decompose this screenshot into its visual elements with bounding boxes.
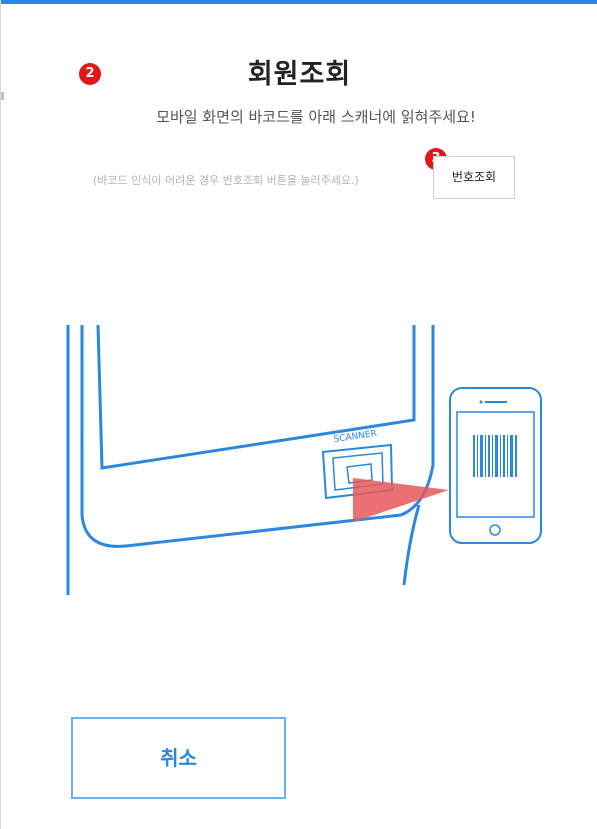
page-title: 회원조회 bbox=[247, 59, 352, 90]
left-edge-tick bbox=[1, 92, 4, 100]
cancel-button[interactable]: 취소 bbox=[71, 717, 286, 799]
scanner-illustration: SCANNER bbox=[66, 324, 542, 595]
smartphone-icon bbox=[449, 387, 542, 544]
page-subtitle: 모바일 화면의 바코드를 아래 스캐너에 읽혀주세요! bbox=[156, 108, 476, 126]
hint-text: (바코드 인식이 어려운 경우 번호조회 버튼을 눌러주세요.) bbox=[93, 174, 359, 187]
kiosk-lower-edge bbox=[402, 504, 421, 586]
number-lookup-button[interactable]: 번호조회 bbox=[433, 156, 515, 199]
member-lookup-screen: 2 회원조회 모바일 화면의 바코드를 아래 스캐너에 읽혀주세요! (바코드 … bbox=[0, 0, 597, 829]
top-accent-bar bbox=[1, 0, 597, 4]
kiosk-body-outline bbox=[80, 325, 435, 548]
